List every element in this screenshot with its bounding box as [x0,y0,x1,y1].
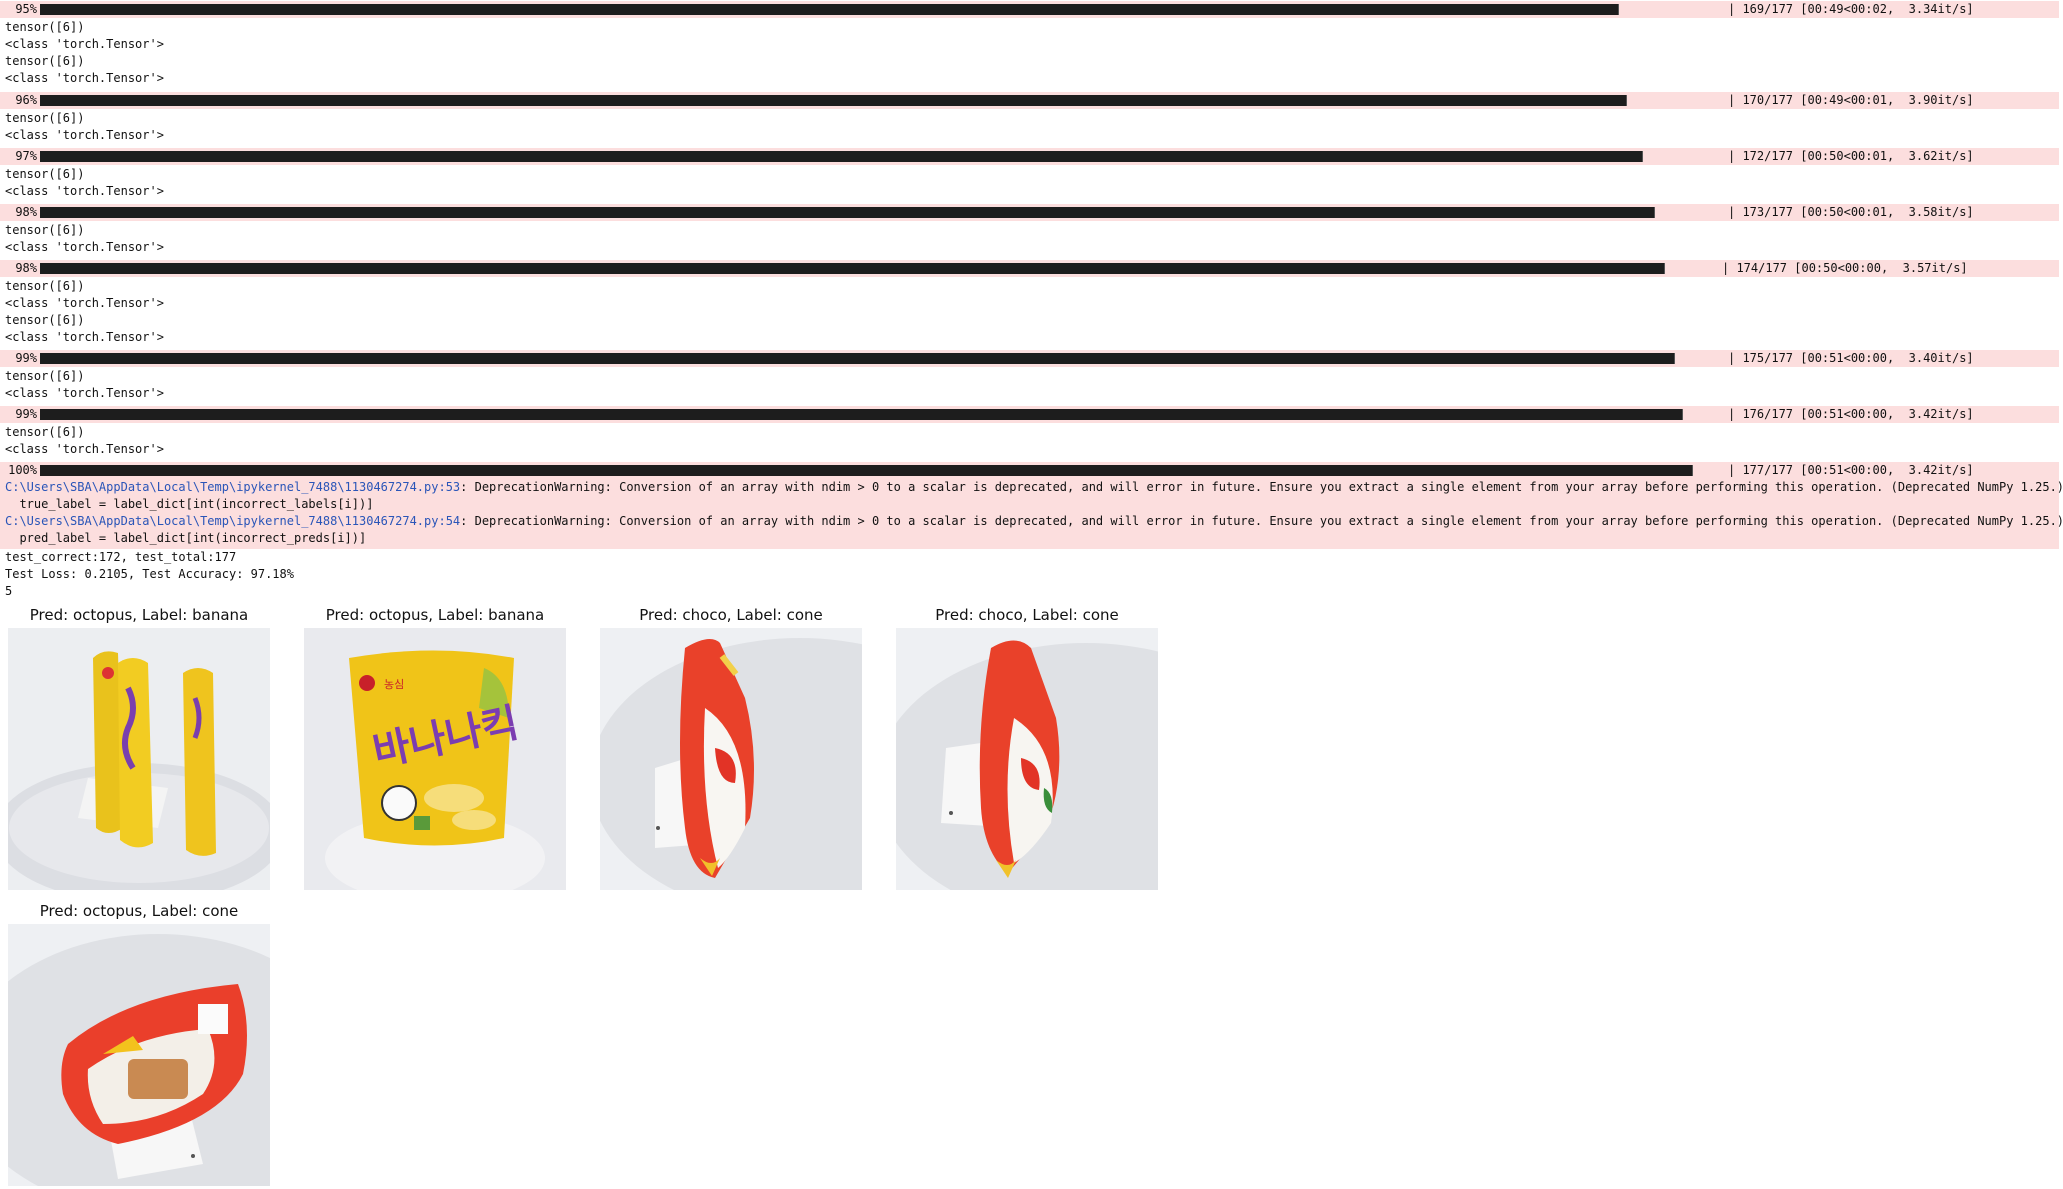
progress-stats: | 173/177 [00:50<00:01, 3.58it/s] [1728,205,1974,219]
count-output: 5 [5,584,13,598]
progress-percent: 96% [15,93,37,107]
result-image-red-snack-bag-lying [8,924,270,1186]
progress-bar [40,95,1692,106]
red-cone-bag-photo [896,628,1158,890]
progress-stats: | 175/177 [00:51<00:00, 3.40it/s] [1728,351,1974,365]
progress-bar [40,207,1692,218]
progress-bar [40,151,1692,162]
result-title: Pred: choco, Label: cone [639,606,823,624]
red-cone-bag-photo [600,628,862,890]
progress-fill [40,353,1675,364]
progress-percent: 95% [15,2,37,16]
progress-row: 99% | 176/177 [00:51<00:00, 3.42it/s] [0,406,2059,423]
progress-stats: | 169/177 [00:49<00:02, 3.34it/s] [1728,2,1974,16]
warning-code: true_label = label_dict[int(incorrect_la… [5,497,374,511]
test-count-line: test_correct:172, test_total:177 [5,550,237,564]
progress-percent: 98% [15,261,37,275]
progress-stats: | 170/177 [00:49<00:01, 3.90it/s] [1728,93,1974,107]
tensor-output: tensor([6]) [5,111,85,125]
class-output: <class 'torch.Tensor'> [5,128,164,142]
progress-stats: | 172/177 [00:50<00:01, 3.62it/s] [1728,149,1974,163]
test-metrics-line: Test Loss: 0.2105, Test Accuracy: 97.18% [5,567,294,581]
tensor-output: tensor([6]) [5,313,85,327]
tensor-output: tensor([6]) [5,20,85,34]
progress-fill [40,4,1619,15]
warning-path-link[interactable]: C:\Users\SBA\AppData\Local\Temp\ipykerne… [5,514,460,528]
class-output: <class 'torch.Tensor'> [5,37,164,51]
tensor-output: tensor([6]) [5,369,85,383]
class-output: <class 'torch.Tensor'> [5,330,164,344]
class-output: <class 'torch.Tensor'> [5,184,164,198]
class-output: <class 'torch.Tensor'> [5,240,164,254]
result-title: Pred: octopus, Label: cone [39,902,239,920]
tensor-output: tensor([6]) [5,54,85,68]
progress-fill [40,465,1693,476]
progress-row: 95% | 169/177 [00:49<00:02, 3.34it/s] [0,1,2059,18]
progress-row: 98% | 174/177 [00:50<00:00, 3.57it/s] [0,260,2059,277]
progress-fill [40,263,1665,274]
progress-row: 97% | 172/177 [00:50<00:01, 3.62it/s] [0,148,2059,165]
progress-bar [40,353,1692,364]
progress-percent: 98% [15,205,37,219]
stderr-warnings: C:\Users\SBA\AppData\Local\Temp\ipykerne… [0,479,2063,549]
result-image-yellow-snack-bags [8,628,270,890]
warning-line: C:\Users\SBA\AppData\Local\Temp\ipykerne… [0,479,2063,496]
progress-stats: | 176/177 [00:51<00:00, 3.42it/s] [1728,407,1974,421]
warning-code: pred_label = label_dict[int(incorrect_pr… [5,531,367,545]
tensor-output: tensor([6]) [5,279,85,293]
class-output: <class 'torch.Tensor'> [5,386,164,400]
class-output: <class 'torch.Tensor'> [5,71,164,85]
progress-bar [40,263,1692,274]
progress-bar [40,465,1693,476]
progress-percent: 99% [15,351,37,365]
snack-bags-photo [8,628,270,890]
class-output: <class 'torch.Tensor'> [5,442,164,456]
warning-message: : DeprecationWarning: Conversion of an a… [460,480,2063,494]
result-title: Pred: octopus, Label: banana [325,606,545,624]
progress-bar [40,409,1692,420]
tensor-output: tensor([6]) [5,425,85,439]
progress-percent: 100% [8,463,37,477]
progress-fill [40,207,1655,218]
progress-fill [40,151,1643,162]
tensor-output: tensor([6]) [5,223,85,237]
red-snack-bag-lying-photo [8,924,270,1186]
progress-row: 98% | 173/177 [00:50<00:01, 3.58it/s] [0,204,2059,221]
warning-line: C:\Users\SBA\AppData\Local\Temp\ipykerne… [0,513,2063,530]
progress-row: 100% | 177/177 [00:51<00:00, 3.42it/s] [0,462,2059,479]
result-image-banana-kick-bag: 농심 바나나킥 [304,628,566,890]
progress-stats: | 177/177 [00:51<00:00, 3.42it/s] [1728,463,1974,477]
banana-kick-bag-photo: 농심 바나나킥 [304,628,566,890]
warning-message: : DeprecationWarning: Conversion of an a… [460,514,2063,528]
progress-row: 99% | 175/177 [00:51<00:00, 3.40it/s] [0,350,2059,367]
progress-bar [40,4,1692,15]
progress-stats: | 174/177 [00:50<00:00, 3.57it/s] [1722,261,1968,275]
result-title: Pred: choco, Label: cone [935,606,1119,624]
progress-row: 96% | 170/177 [00:49<00:01, 3.90it/s] [0,92,2059,109]
result-image-red-cone-bag [600,628,862,890]
svg-text:농심: 농심 [384,678,404,691]
class-output: <class 'torch.Tensor'> [5,296,164,310]
progress-percent: 97% [15,149,37,163]
progress-fill [40,409,1683,420]
result-title: Pred: octopus, Label: banana [29,606,249,624]
warning-path-link[interactable]: C:\Users\SBA\AppData\Local\Temp\ipykerne… [5,480,460,494]
progress-percent: 99% [15,407,37,421]
progress-fill [40,95,1627,106]
result-image-red-cone-bag [896,628,1158,890]
tensor-output: tensor([6]) [5,167,85,181]
